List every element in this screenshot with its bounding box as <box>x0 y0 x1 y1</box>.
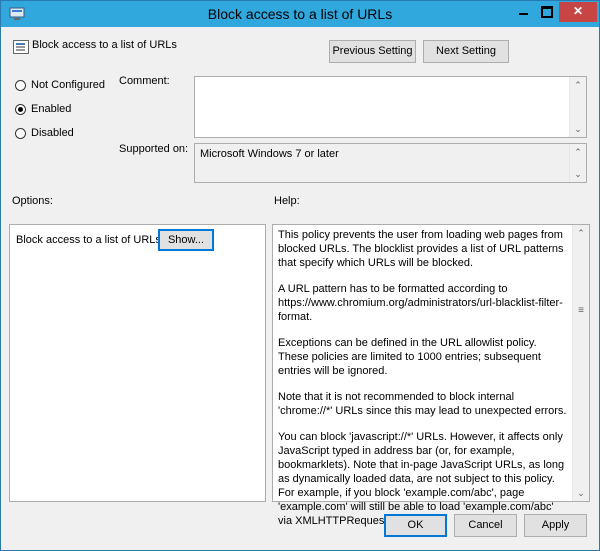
cancel-button[interactable]: Cancel <box>454 514 517 537</box>
next-setting-label: Next Setting <box>436 45 496 57</box>
supported-on-field: Microsoft Windows 7 or later ⌃ ⌄ <box>194 143 587 183</box>
options-panel: Block access to a list of URLs Show... <box>9 224 266 502</box>
options-row-label: Block access to a list of URLs <box>16 234 161 246</box>
scroll-down-icon[interactable]: ⌄ <box>573 485 589 501</box>
radio-not-configured-label: Not Configured <box>31 79 105 91</box>
previous-setting-label: Previous Setting <box>332 45 413 57</box>
scroll-grip-icon[interactable]: ≡ <box>576 305 586 316</box>
help-scrollbar[interactable]: ⌃ ≡ ⌄ <box>572 225 589 501</box>
scroll-up-icon[interactable]: ⌃ <box>570 77 586 93</box>
ok-button-label: OK <box>407 519 424 531</box>
help-label: Help: <box>274 195 300 207</box>
show-button-label: Show... <box>167 234 205 246</box>
ok-button[interactable]: OK <box>384 514 447 537</box>
policy-setting-icon <box>13 40 29 54</box>
radio-enabled-label: Enabled <box>31 103 72 115</box>
radio-disabled-label: Disabled <box>31 127 74 139</box>
close-icon: ✕ <box>572 4 584 18</box>
previous-setting-button[interactable]: Previous Setting <box>329 40 416 63</box>
scroll-down-icon[interactable]: ⌄ <box>570 121 586 137</box>
policy-dialog: Block access to a list of URLs ✕ Block a… <box>0 0 600 551</box>
options-label: Options: <box>12 195 53 207</box>
supported-scrollbar[interactable]: ⌃ ⌄ <box>569 144 586 182</box>
cancel-button-label: Cancel <box>468 519 503 531</box>
show-button[interactable]: Show... <box>158 229 214 251</box>
comment-scrollbar[interactable]: ⌃ ⌄ <box>569 77 586 137</box>
help-paragraph: Exceptions can be defined in the URL all… <box>278 337 541 377</box>
maximize-icon <box>541 6 553 18</box>
next-setting-button[interactable]: Next Setting <box>423 40 509 63</box>
radio-circle-icon <box>15 79 26 91</box>
help-paragraph: A URL pattern has to be formatted accord… <box>278 283 563 323</box>
help-panel: This policy prevents the user from loadi… <box>272 224 590 527</box>
help-text: This policy prevents the user from loadi… <box>278 228 568 540</box>
radio-selected-icon <box>15 103 26 115</box>
apply-button-label: Apply <box>541 519 570 531</box>
minimize-icon <box>518 13 528 15</box>
supported-on-label: Supported on: <box>119 143 189 155</box>
radio-circle-icon <box>15 127 26 139</box>
radio-enabled[interactable]: Enabled <box>15 103 71 115</box>
comment-field[interactable]: ⌃ ⌄ <box>194 76 587 138</box>
policy-name: Block access to a list of URLs <box>32 39 177 51</box>
radio-disabled[interactable]: Disabled <box>15 127 74 139</box>
apply-button[interactable]: Apply <box>524 514 587 537</box>
help-paragraph: This policy prevents the user from loadi… <box>278 229 564 269</box>
title-bar[interactable]: Block access to a list of URLs ✕ <box>1 1 599 27</box>
radio-not-configured[interactable]: Not Configured <box>15 79 105 91</box>
close-button[interactable]: ✕ <box>559 2 597 22</box>
scroll-down-icon[interactable]: ⌄ <box>570 166 586 182</box>
help-paragraph: Note that it is not recommended to block… <box>278 391 567 417</box>
maximize-button[interactable] <box>535 2 559 22</box>
comment-label: Comment: <box>119 75 170 87</box>
window-title: Block access to a list of URLs <box>207 6 393 22</box>
scroll-up-icon[interactable]: ⌃ <box>573 225 589 241</box>
scroll-up-icon[interactable]: ⌃ <box>570 144 586 160</box>
supported-on-value: Microsoft Windows 7 or later <box>200 148 339 160</box>
minimize-button[interactable] <box>511 2 535 22</box>
